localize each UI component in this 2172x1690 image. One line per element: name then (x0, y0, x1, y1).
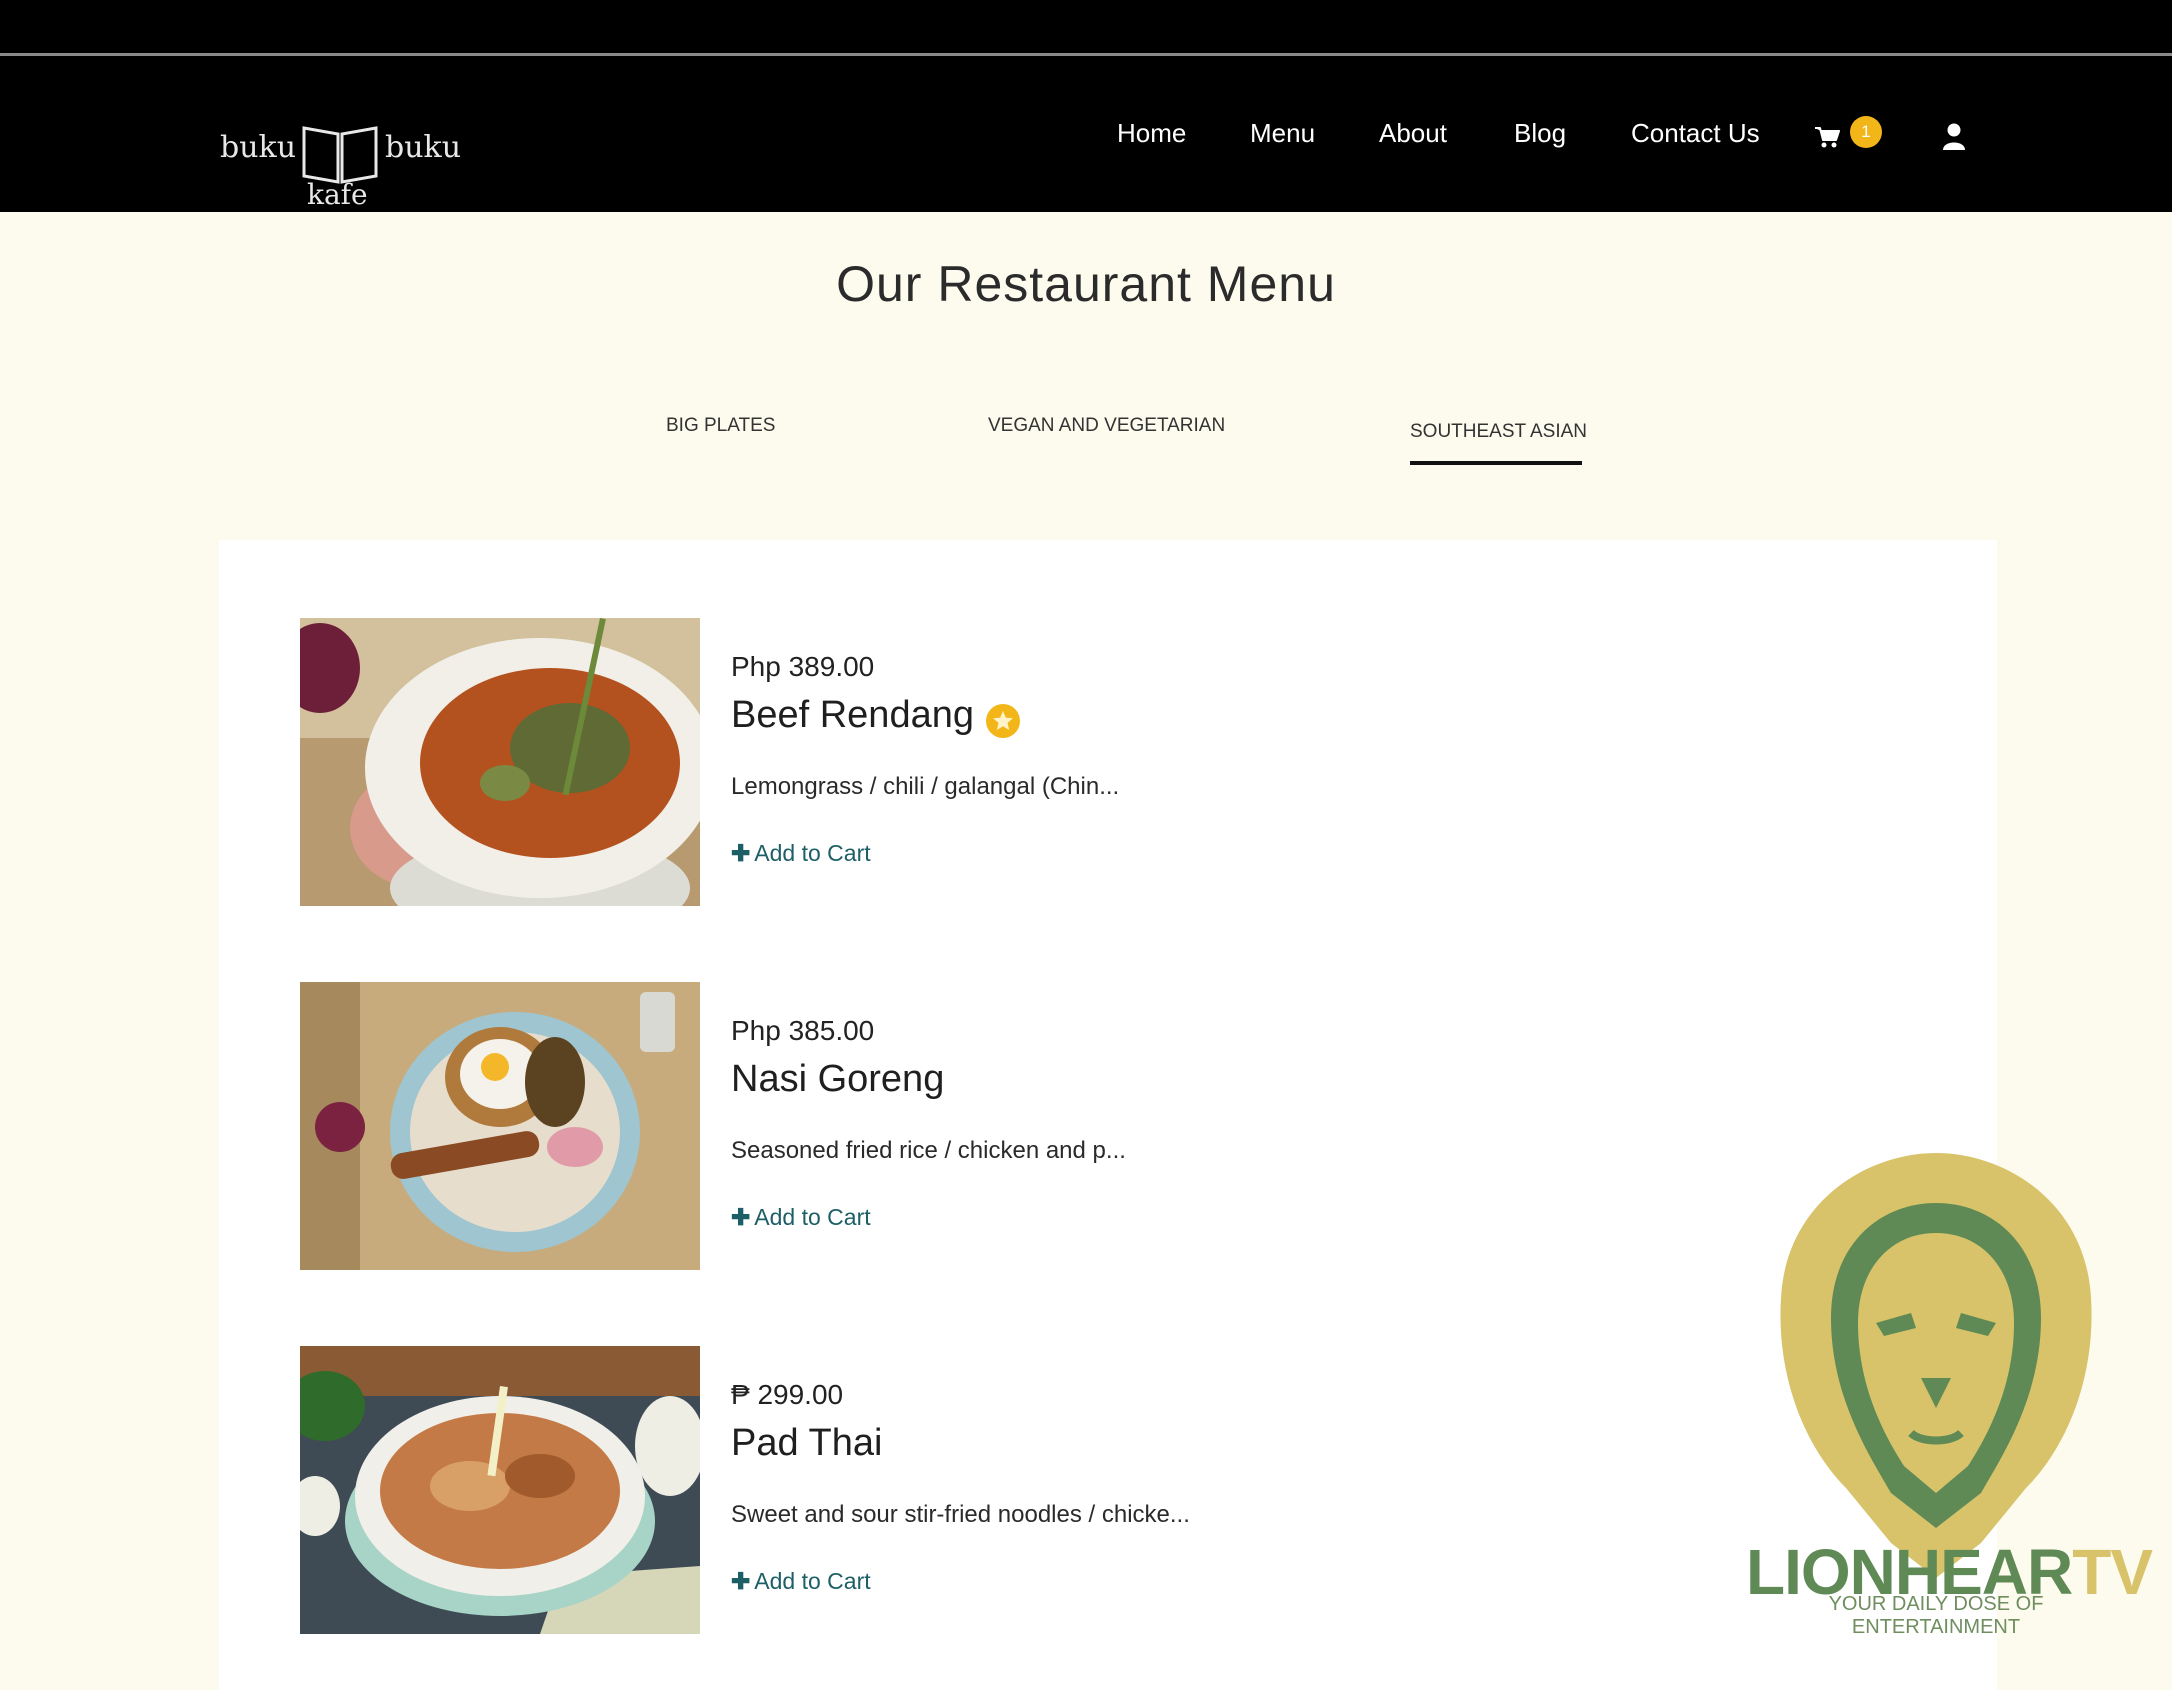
tab-vegan-and-vegetarian[interactable]: VEGAN AND VEGETARIAN (988, 415, 1225, 437)
cart-button[interactable]: 1 (1814, 116, 1884, 156)
active-tab-indicator (1410, 461, 1582, 465)
nav-home[interactable]: Home (1117, 118, 1186, 158)
menu-item: Php 389.00 Beef Rendang Lemongrass / chi… (300, 618, 1600, 908)
item-name[interactable]: Beef Rendang (731, 694, 974, 737)
browser-top-strip (0, 0, 2172, 53)
plus-icon: ✚ (731, 1568, 751, 1594)
menu-item: Php 385.00 Nasi Goreng Seasoned fried ri… (300, 982, 1600, 1272)
add-to-cart-button[interactable]: ✚ Add to Cart (731, 840, 871, 867)
dish-photo-pad-thai[interactable] (300, 1346, 700, 1634)
site-header: buku buku kafe Home Menu About Blog Cont… (0, 56, 2172, 212)
item-description: Lemongrass / chili / galangal (Chin... (731, 773, 1120, 800)
logo-word-bottom: kafe (307, 178, 368, 211)
watermark-tagline: YOUR DAILY DOSE OF ENTERTAINMENT (1828, 1593, 2044, 1638)
nav-about[interactable]: About (1379, 118, 1447, 158)
add-to-cart-label: Add to Cart (754, 1568, 871, 1594)
nav-contact-us[interactable]: Contact Us (1631, 118, 1760, 158)
nav-menu[interactable]: Menu (1250, 118, 1315, 158)
item-description: Sweet and sour stir-fried noodles / chic… (731, 1501, 1190, 1528)
tab-big-plates[interactable]: BIG PLATES (666, 415, 775, 437)
add-to-cart-button[interactable]: ✚ Add to Cart (731, 1568, 871, 1595)
cart-count-badge: 1 (1850, 116, 1882, 148)
menu-item: ₱ 299.00 Pad Thai Sweet and sour stir-fr… (300, 1346, 1600, 1636)
item-price: Php 389.00 (731, 651, 875, 682)
dish-photo-nasi-goreng[interactable] (300, 982, 700, 1270)
logo-word-left: buku (220, 130, 297, 165)
cart-icon (1815, 127, 1840, 148)
logo-word-right: buku (385, 130, 462, 165)
item-price: Php 385.00 (731, 1015, 875, 1046)
book-icon (302, 126, 378, 184)
dish-photo-beef-rendang[interactable] (300, 618, 700, 906)
add-to-cart-label: Add to Cart (754, 840, 871, 866)
site-logo[interactable]: buku buku kafe (220, 88, 462, 211)
featured-star-icon (986, 704, 1020, 738)
user-account-button[interactable] (1942, 122, 1966, 154)
user-icon (1943, 123, 1965, 150)
plus-icon: ✚ (731, 1204, 751, 1230)
item-description: Seasoned fried rice / chicken and p... (731, 1137, 1126, 1164)
item-price: ₱ 299.00 (731, 1379, 844, 1410)
tab-southeast-asian[interactable]: SOUTHEAST ASIAN (1410, 421, 1587, 443)
add-to-cart-button[interactable]: ✚ Add to Cart (731, 1204, 871, 1231)
item-name[interactable]: Nasi Goreng (731, 1058, 944, 1101)
plus-icon: ✚ (731, 840, 751, 866)
add-to-cart-label: Add to Cart (754, 1204, 871, 1230)
page-title: Our Restaurant Menu (836, 256, 1336, 312)
nav-blog[interactable]: Blog (1514, 118, 1566, 158)
item-name[interactable]: Pad Thai (731, 1422, 882, 1465)
